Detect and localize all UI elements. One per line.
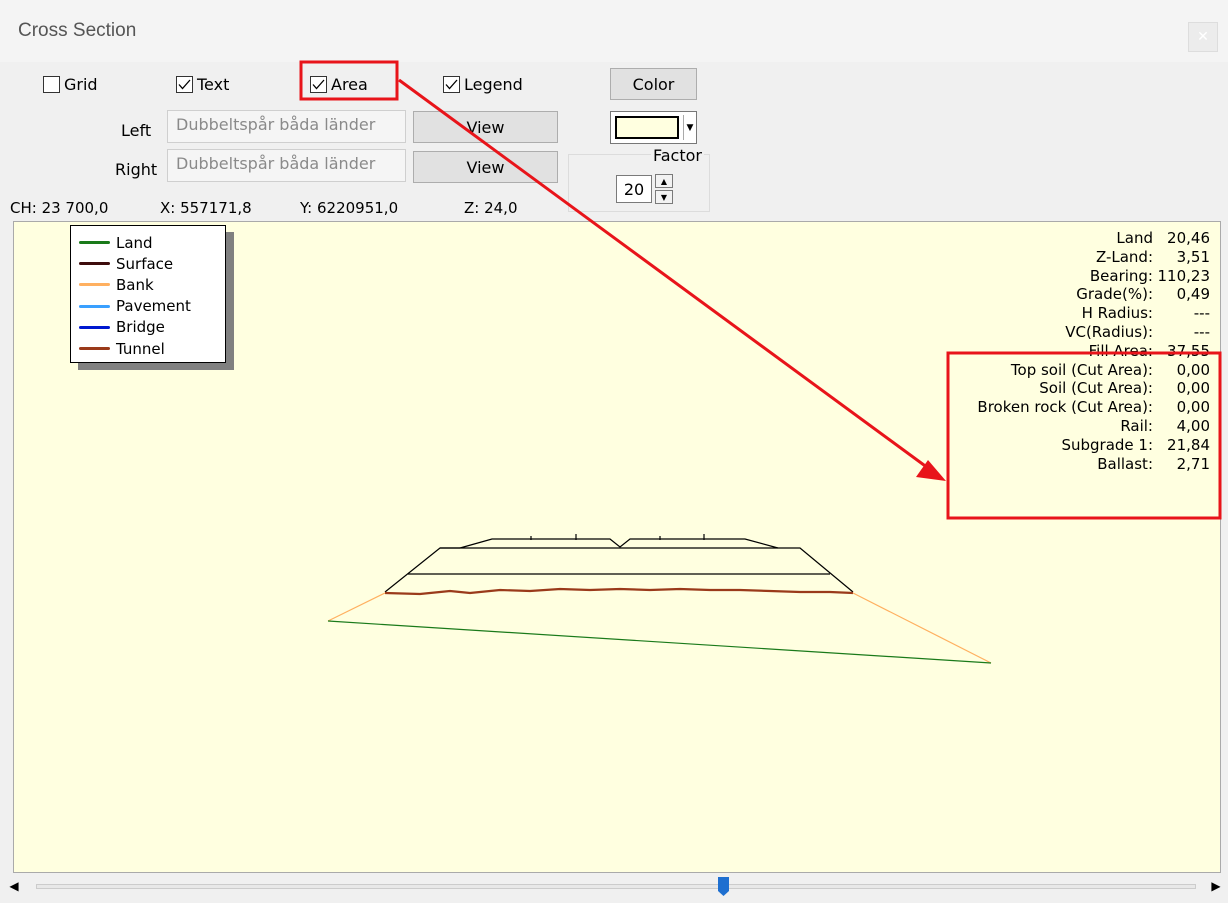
scroll-track[interactable] bbox=[36, 884, 1196, 889]
annotation-overlay bbox=[299, 60, 1222, 520]
scroll-left-icon[interactable]: ◀ bbox=[6, 878, 22, 894]
annotation-arrow-line bbox=[398, 78, 929, 470]
area-highlight-box bbox=[299, 60, 399, 101]
scroll-thumb[interactable] bbox=[717, 876, 730, 897]
scroll-right-icon[interactable]: ▶ bbox=[1208, 878, 1224, 894]
area-values-highlight-box bbox=[946, 351, 1222, 520]
